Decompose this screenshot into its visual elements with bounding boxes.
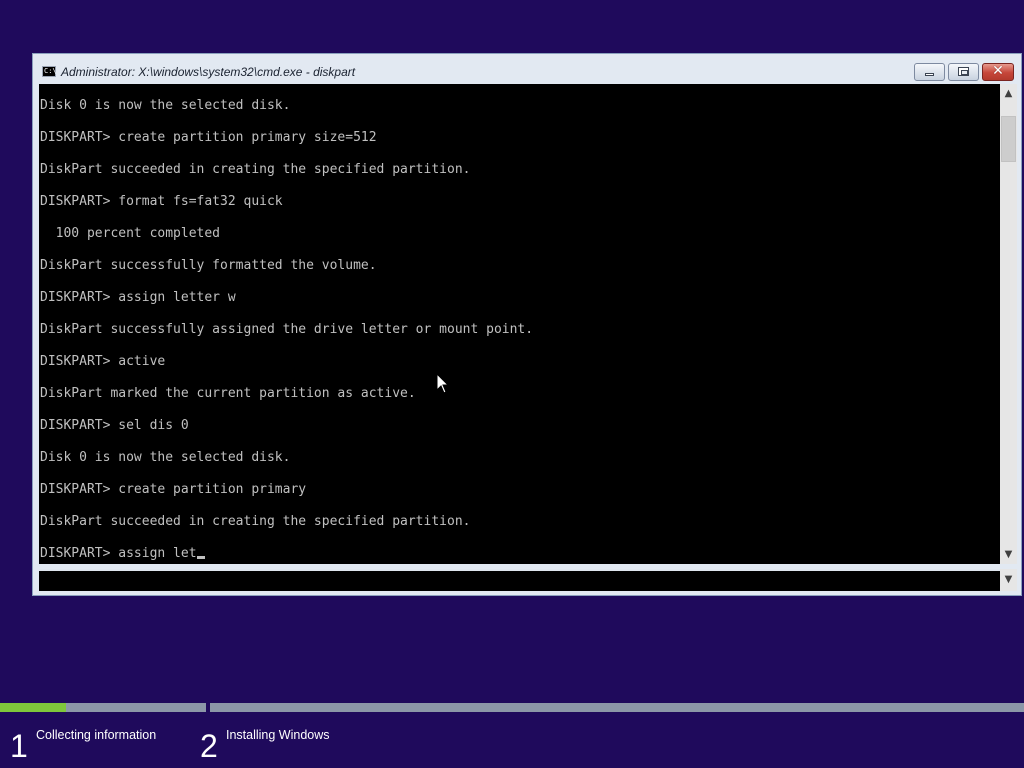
progress-fill bbox=[0, 703, 66, 712]
chevron-down-icon[interactable]: ▼ bbox=[1000, 569, 1017, 591]
console-line: DiskPart successfully assigned the drive… bbox=[40, 322, 534, 337]
minimize-icon bbox=[925, 73, 934, 76]
cmd-window[interactable]: C:\ Administrator: X:\windows\system32\c… bbox=[32, 53, 1022, 596]
console-line: DISKPART> format fs=fat32 quick bbox=[40, 194, 283, 209]
maximize-icon bbox=[958, 67, 969, 76]
console-line: DiskPart succeeded in creating the speci… bbox=[40, 162, 471, 177]
console-line: DISKPART> assign letter w bbox=[40, 290, 236, 305]
console-line: DISKPART> create partition primary size=… bbox=[40, 130, 377, 145]
console-lines: Disk 0 is now the selected disk. DISKPAR… bbox=[40, 98, 533, 564]
scroll-down-icon[interactable]: ▼ bbox=[1000, 548, 1017, 562]
console-line: DiskPart succeeded in creating the speci… bbox=[40, 514, 471, 529]
console-line: DISKPART> sel dis 0 bbox=[40, 418, 189, 433]
scroll-thumb[interactable] bbox=[1001, 116, 1016, 162]
setup-progress-bar bbox=[0, 703, 1024, 712]
mouse-pointer-icon bbox=[436, 373, 450, 394]
console-line: 100 percent completed bbox=[40, 226, 221, 241]
console-input-line[interactable]: DISKPART> assign let bbox=[40, 546, 533, 564]
console-line: DiskPart successfully formatted the volu… bbox=[40, 258, 377, 273]
console-output[interactable]: Disk 0 is now the selected disk. DISKPAR… bbox=[39, 84, 1000, 564]
close-icon: ✕ bbox=[992, 63, 1004, 79]
console-line: DISKPART> create partition primary bbox=[40, 482, 307, 497]
console-line: Disk 0 is now the selected disk. bbox=[40, 450, 291, 465]
progress-segment-installing bbox=[210, 703, 1024, 712]
step-label: Installing Windows bbox=[226, 728, 330, 742]
minimize-button[interactable] bbox=[914, 63, 945, 81]
progress-segment-collecting bbox=[0, 703, 206, 712]
console-line: DISKPART> active bbox=[40, 354, 166, 369]
title-bar[interactable]: C:\ Administrator: X:\windows\system32\c… bbox=[33, 54, 1021, 84]
maximize-button[interactable] bbox=[948, 63, 979, 81]
horizontal-scroll-area[interactable] bbox=[39, 569, 1000, 591]
console-line: DiskPart marked the current partition as… bbox=[40, 386, 416, 401]
cmd-app-icon[interactable]: C:\ bbox=[42, 66, 57, 77]
vertical-scrollbar[interactable]: ▲ ▼ bbox=[1000, 84, 1017, 564]
step-number: 2 bbox=[200, 728, 218, 764]
text-cursor bbox=[196, 556, 205, 559]
scroll-up-icon[interactable]: ▲ bbox=[1000, 87, 1017, 101]
console-input-text: DISKPART> assign let bbox=[40, 546, 197, 561]
step-number: 1 bbox=[10, 728, 28, 764]
console-line: Disk 0 is now the selected disk. bbox=[40, 98, 291, 113]
window-title: Administrator: X:\windows\system32\cmd.e… bbox=[61, 65, 356, 79]
close-button[interactable]: ✕ bbox=[982, 63, 1014, 81]
step-label: Collecting information bbox=[36, 728, 157, 742]
